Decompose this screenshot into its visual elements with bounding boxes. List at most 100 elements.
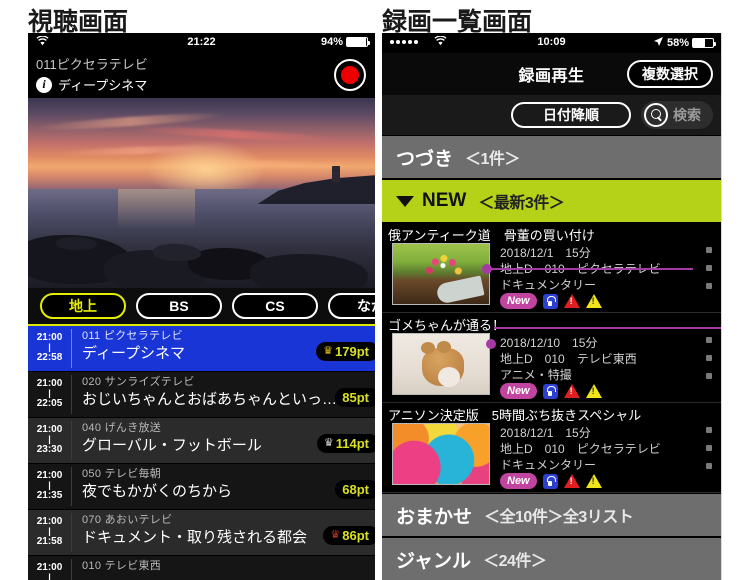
location-arrow-icon (653, 36, 664, 50)
points-value: 85pt (342, 390, 369, 405)
band-button-bs[interactable]: BS (136, 293, 222, 319)
page-title: 録画再生 (518, 68, 585, 85)
multi-select-button[interactable]: 複数選択 (627, 60, 713, 88)
program-row[interactable]: 21:00 | 21:35 050 テレビ毎朝 夜でもかがくのちから 68pt (28, 464, 375, 510)
recording-meta: 2018/12/10 15分 地上D 010 テレビ東西 アニメ・特撮 (500, 335, 637, 383)
current-program-label: ディープシネマ (58, 78, 148, 93)
program-row[interactable]: 21:00 | 21:58 070 あおいテレビ ドキュメント・取り残される都会… (28, 510, 375, 556)
progress-marker[interactable] (482, 264, 492, 274)
crown-icon: ♛ (323, 345, 334, 357)
program-time: 21:00 | 22:58 (28, 329, 72, 368)
status-badge-new: New (500, 293, 537, 309)
recording-badges: New (500, 473, 602, 489)
recording-title: アニソン決定版 5時間ぶち抜きスペシャル (388, 408, 642, 423)
warning-yellow-icon (585, 474, 602, 488)
flowers-thumbnail[interactable] (392, 243, 490, 305)
rock (55, 236, 98, 250)
section-count: ＜全10件＞全3リスト (484, 509, 634, 526)
search-icon[interactable] (644, 103, 668, 127)
search-placeholder: 検索 (673, 107, 701, 123)
warning-red-icon (563, 384, 580, 398)
program-time: 21:00 | 22:05 (28, 375, 72, 414)
time-separator: | (48, 572, 51, 580)
recording-badges: New (500, 383, 602, 399)
recording-date: 2018/12/1 15分 (500, 246, 591, 260)
viewer-statusbar-right: 94% (320, 36, 370, 48)
section-count: ＜1件＞ (465, 151, 520, 168)
section-count: ＜24件＞ (483, 553, 547, 570)
section-count: ＜最新3件＞ (478, 195, 565, 212)
section-header-recommended[interactable]: おまかせ ＜全10件＞全3リスト (382, 493, 721, 537)
info-icon[interactable]: i (36, 76, 52, 93)
teddy-bear-thumbnail[interactable] (392, 333, 490, 395)
item-scroll-indicator[interactable] (706, 247, 712, 289)
program-info: 020 サンライズテレビ おじいちゃんとおばあちゃんといっ… (72, 375, 375, 414)
program-row[interactable]: 21:00 | 23:30 040 げんき放送 グローバル・フットボール ♛ 1… (28, 418, 375, 464)
points-value: 86pt (342, 528, 369, 543)
record-button[interactable] (334, 59, 366, 91)
program-end-time: 22:05 (36, 398, 63, 409)
warning-yellow-icon (585, 294, 602, 308)
program-time: 21:00 | 23:30 (28, 421, 72, 460)
video-preview[interactable] (28, 98, 375, 288)
battery-icon (346, 37, 370, 47)
time-separator: | (48, 526, 51, 536)
search-input[interactable]: 検索 (641, 101, 713, 129)
recording-meta: 2018/12/1 15分 地上D 010 ピクセラテレビ ドキュメンタリー (500, 425, 661, 473)
recording-list-phone: 10:09 58% 録画再生 複数選択 日付降順 検索 つづき ＜1件＞ NEW… (382, 33, 722, 580)
points-value: 179pt (335, 344, 369, 359)
recordings-navbar: 録画再生 複数選択 (382, 53, 721, 95)
band-button-cs[interactable]: CS (232, 293, 318, 319)
recording-source: 地上D 010 ピクセラテレビ (500, 442, 661, 456)
band-button-more[interactable]: なか (328, 293, 375, 319)
recording-date: 2018/12/10 15分 (500, 336, 598, 350)
recording-genre: ドキュメンタリー (500, 458, 597, 472)
program-list: 21:00 | 22:58 011 ピクセラテレビ ディープシネマ ♛ 179p… (28, 326, 375, 580)
status-badge-new: New (500, 473, 537, 489)
recordings-statusbar-right: 58% (653, 36, 716, 50)
points-badge: ♛ 86pt (323, 526, 375, 545)
recording-badges: New (500, 293, 602, 309)
points-badge: ♛ 179pt (316, 342, 375, 361)
balloons-thumbnail[interactable] (392, 423, 490, 485)
section-title: つづき (396, 148, 454, 170)
recording-genre: アニメ・特撮 (500, 368, 572, 382)
progress-line (494, 327, 721, 329)
program-row[interactable]: 21:00 | 22:05 020 サンライズテレビ おじいちゃんとおばあちゃん… (28, 372, 375, 418)
program-row-partial[interactable]: 21:00 | 010 テレビ東西 (28, 556, 375, 580)
program-end-time: 22:58 (36, 352, 63, 363)
program-channel: 010 テレビ東西 (82, 560, 162, 572)
battery-percent-label: 94% (320, 36, 343, 48)
section-title: ジャンル (396, 550, 472, 572)
viewer-program-header: 011ピクセラテレビ i ディープシネマ (28, 53, 375, 98)
current-program-row[interactable]: i ディープシネマ (36, 75, 147, 94)
program-time: 21:00 | (28, 559, 72, 580)
recording-list-item[interactable]: アニソン決定版 5時間ぶち抜きスペシャル 2018/12/1 15分 地上D 0… (382, 403, 721, 493)
item-scroll-indicator[interactable] (706, 427, 712, 469)
program-end-time: 21:58 (36, 536, 63, 547)
lock-icon (542, 293, 558, 309)
band-filter-bar: 地上 BS CS なか (28, 288, 375, 326)
lock-icon (542, 383, 558, 399)
recording-list-item[interactable]: 俄アンティーク道 骨董の買い付け 2018/12/1 15分 地上D 010 ピ… (382, 223, 721, 313)
band-button-terrestrial[interactable]: 地上 (40, 293, 126, 319)
chevron-down-icon[interactable] (396, 195, 414, 207)
warning-red-icon (563, 294, 580, 308)
section-header-genre[interactable]: ジャンル ＜24件＞ (382, 537, 721, 580)
progress-marker[interactable] (486, 339, 496, 349)
item-scroll-indicator[interactable] (706, 337, 712, 379)
recording-list-item[interactable]: ゴメちゃんが通る！ 2018/12/10 15分 地上D 010 テレビ東西 ア… (382, 313, 721, 403)
points-value: 68pt (342, 482, 369, 497)
program-row-selected[interactable]: 21:00 | 22:58 011 ピクセラテレビ ディープシネマ ♛ 179p… (28, 326, 375, 372)
section-header-new[interactable]: NEW ＜最新3件＞ (382, 179, 721, 223)
recording-source: 地上D 010 テレビ東西 (500, 352, 637, 366)
program-time: 21:00 | 21:35 (28, 467, 72, 506)
recording-title: 俄アンティーク道 骨董の買い付け (388, 228, 595, 243)
current-channel-label: 011ピクセラテレビ (36, 57, 148, 72)
points-badge: ♛ 114pt (316, 434, 375, 453)
section-header-continue[interactable]: つづき ＜1件＞ (382, 135, 721, 179)
battery-icon (692, 38, 716, 48)
progress-line (490, 268, 693, 270)
sort-order-button[interactable]: 日付降順 (511, 102, 631, 128)
screenshot-root: 視聴画面 21:22 94% 011ピクセラテレビ i ディープシネマ 地上 B… (0, 0, 750, 580)
